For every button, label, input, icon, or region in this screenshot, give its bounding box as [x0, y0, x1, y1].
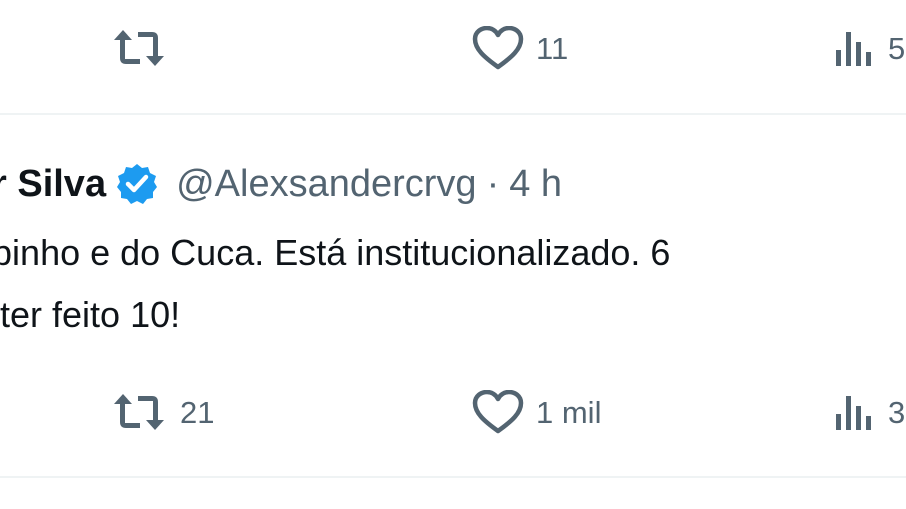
tweet-actions: 21 1 mil 3: [0, 382, 906, 442]
retweet-icon: [110, 28, 168, 68]
like-button[interactable]: 11: [472, 26, 568, 70]
tweet-divider: [0, 113, 906, 115]
author-name[interactable]: r Silva: [0, 163, 106, 206]
like-count: 1 mil: [536, 394, 602, 430]
retweet-button[interactable]: 21: [110, 392, 214, 432]
tweet-text: obinho e do Cuca. Está institucionalizad…: [0, 222, 670, 346]
views-icon: [834, 28, 876, 68]
retweet-button[interactable]: [110, 28, 180, 68]
tweet-divider: [0, 476, 906, 478]
tweet-timestamp[interactable]: 4 h: [509, 163, 562, 206]
verified-badge-icon: [106, 163, 158, 205]
like-button[interactable]: 1 mil: [472, 390, 601, 434]
retweet-icon: [110, 392, 168, 432]
views-count: 3: [888, 394, 906, 430]
views-button[interactable]: 5: [834, 28, 905, 68]
previous-tweet-actions: 11 5: [0, 18, 906, 78]
like-count: 11: [536, 30, 569, 66]
author-handle[interactable]: @Alexsandercrvg: [176, 163, 476, 206]
views-icon: [834, 392, 876, 432]
views-button[interactable]: 3: [834, 392, 905, 432]
tweet-header: r Silva @Alexsandercrvg · 4 h: [0, 154, 562, 214]
heart-icon: [472, 26, 524, 70]
views-count: 5: [888, 30, 906, 66]
heart-icon: [472, 390, 524, 434]
timeline: 11 5 r Silva @Alexsandercrvg · 4 h obinh…: [0, 0, 906, 509]
separator-dot: ·: [486, 162, 500, 205]
retweet-count: 21: [180, 394, 215, 430]
tweet-text-line-1: obinho e do Cuca. Está institucionalizad…: [0, 232, 671, 273]
tweet-text-line-2: s ter feito 10!: [0, 294, 181, 335]
